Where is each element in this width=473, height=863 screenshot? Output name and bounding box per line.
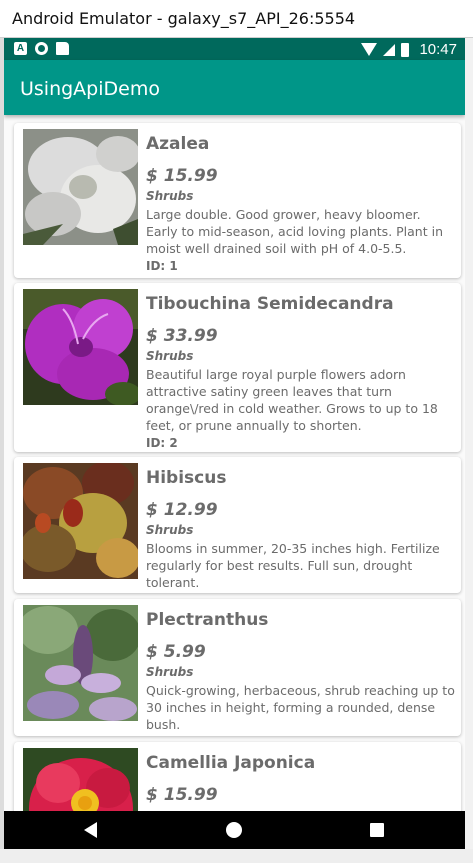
emulator-window: Android Emulator - galaxy_s7_API_26:5554…	[0, 0, 473, 863]
window-title-bar[interactable]: Android Emulator - galaxy_s7_API_26:5554	[0, 0, 473, 38]
status-bar: A 10:47	[4, 38, 465, 60]
product-name: Hibiscus	[146, 468, 227, 488]
circle-notification-icon	[35, 42, 48, 55]
plectranthus-photo	[23, 605, 138, 721]
a-notification-icon: A	[14, 42, 27, 55]
wifi-icon	[361, 43, 378, 56]
product-price: $ 12.99	[146, 500, 218, 520]
background-ide-bottom-strip	[0, 849, 473, 863]
back-icon[interactable]	[84, 822, 97, 838]
product-description: Blooms in summer, 20-35 inches high. Fer…	[146, 541, 440, 590]
product-list[interactable]: Azalea $ 15.99 Shrubs Large double. Good…	[4, 115, 465, 811]
app-bar: UsingApiDemo	[4, 60, 465, 115]
app-title: UsingApiDemo	[20, 78, 160, 100]
home-icon[interactable]	[226, 822, 242, 838]
product-card-plectranthus[interactable]: Plectranthus $ 5.99 Shrubs Quick-growing…	[14, 599, 461, 736]
product-name: Camellia Japonica	[146, 753, 316, 773]
product-category: Shrubs	[146, 523, 194, 537]
product-category: Shrubs	[146, 349, 194, 363]
product-id: ID: 1	[146, 259, 178, 273]
product-id: ID: 2	[146, 436, 178, 450]
product-price: $ 33.99	[146, 326, 218, 346]
status-time: 10:47	[419, 41, 457, 58]
product-description: Large double. Good grower, heavy bloomer…	[146, 207, 443, 256]
product-name: Azalea	[146, 134, 210, 154]
signal-icon	[383, 43, 396, 56]
product-card-azalea[interactable]: Azalea $ 15.99 Shrubs Large double. Good…	[14, 123, 461, 278]
product-name: Tibouchina Semidecandra	[146, 294, 394, 314]
product-description: Quick-growing, herbaceous, shrub reachin…	[146, 683, 455, 732]
sd-card-icon	[56, 42, 69, 55]
product-price: $ 5.99	[146, 642, 206, 662]
product-card-camellia[interactable]: Camellia Japonica $ 15.99	[14, 742, 461, 811]
purple-flower-photo	[23, 289, 138, 405]
red-camellia-photo	[23, 748, 138, 811]
white-azalea-photo	[23, 129, 138, 245]
product-price: $ 15.99	[146, 166, 218, 186]
product-card-hibiscus[interactable]: Hibiscus $ 12.99 Shrubs Blooms in summer…	[14, 457, 461, 593]
recents-icon[interactable]	[370, 823, 384, 837]
product-category: Shrubs	[146, 189, 194, 203]
product-id: ID: 3	[146, 592, 455, 593]
product-price: $ 15.99	[146, 785, 218, 805]
navigation-bar	[4, 811, 465, 849]
product-card-tibouchina[interactable]: Tibouchina Semidecandra $ 33.99 Shrubs B…	[14, 283, 461, 452]
hibiscus-leaves-photo	[23, 463, 138, 579]
product-id: ID: 4	[146, 734, 455, 736]
window-title: Android Emulator - galaxy_s7_API_26:5554	[12, 9, 356, 28]
battery-icon	[401, 42, 410, 57]
product-name: Plectranthus	[146, 610, 269, 630]
product-description: Beautiful large royal purple flowers ado…	[146, 367, 438, 433]
product-category: Shrubs	[146, 665, 194, 679]
device-screen: A 10:47 UsingApiDemo Azalea $ 15.99 Shru…	[4, 38, 465, 849]
